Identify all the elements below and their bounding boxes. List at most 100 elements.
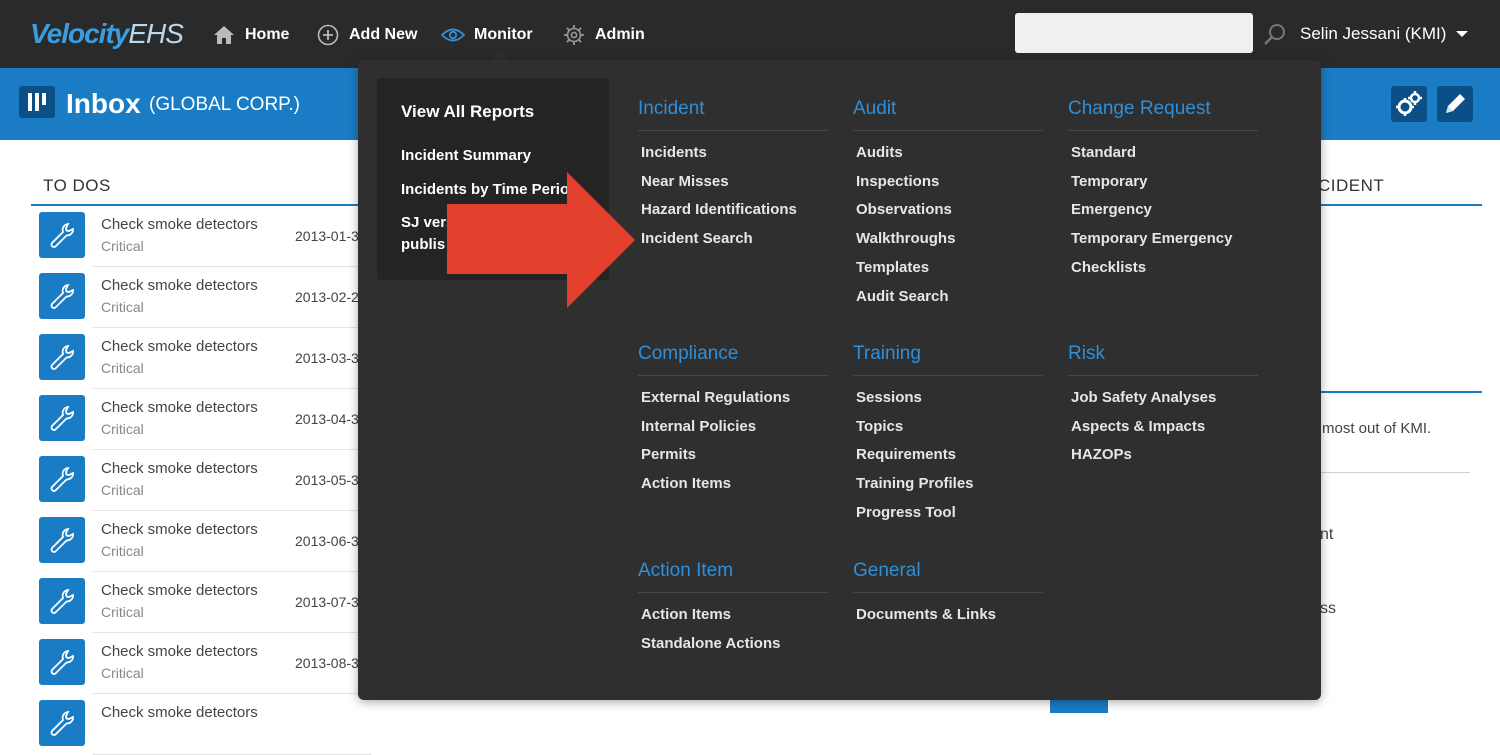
todo-date: 2013-01-3 [295,228,359,244]
todo-title: Check smoke detectors [101,216,258,233]
nav-home[interactable]: Home [212,22,289,48]
todo-row[interactable]: Check smoke detectors Critical 2013-01-3 [31,206,371,267]
todo-date: 2013-03-3 [295,350,359,366]
nav-monitor-label: Monitor [474,26,533,43]
todo-priority: Critical [101,482,144,498]
menu-heading-action-item[interactable]: Action Item [638,560,733,582]
menu-link-training[interactable]: Progress Tool [856,504,956,521]
menu-link-incident[interactable]: Incidents [641,144,707,161]
todo-priority: Critical [101,238,144,254]
menu-link-risk[interactable]: Aspects & Impacts [1071,418,1205,435]
todo-title: Check smoke detectors [101,399,258,416]
todo-row[interactable]: Check smoke detectors Critical 2013-02-2 [31,267,371,328]
right-panel-link-1[interactable]: nt [1320,526,1333,544]
todo-date: 2013-04-3 [295,411,359,427]
todo-row[interactable]: Check smoke detectors Critical 2013-03-3 [31,328,371,389]
wrench-icon [39,456,85,502]
settings-gears-icon [1396,91,1422,116]
menu-heading-audit[interactable]: Audit [853,98,896,120]
add-icon [316,23,340,47]
menu-heading-divider [638,130,828,131]
search-input[interactable] [1015,13,1253,53]
todo-row[interactable]: Check smoke detectors Critical 2013-06-3 [31,511,371,572]
todo-row[interactable]: Check smoke detectors Critical 2013-08-3 [31,633,371,694]
view-all-reports-link[interactable]: View All Reports [401,102,534,122]
menu-link-compliance[interactable]: Permits [641,446,696,463]
menu-link-training[interactable]: Topics [856,418,903,435]
menu-link-training[interactable]: Training Profiles [856,475,974,492]
todo-title: Check smoke detectors [101,643,258,660]
inbox-icon [19,86,55,118]
right-panel-link-2[interactable]: ss [1320,600,1336,618]
settings-button[interactable] [1391,86,1427,122]
velocity-ehs-logo[interactable]: VelocityEHS [30,18,184,50]
menu-link-risk[interactable]: HAZOPs [1071,446,1132,463]
todo-title: Check smoke detectors [101,460,258,477]
red-arrow-pointer [447,172,635,308]
todo-date: 2013-06-3 [295,533,359,549]
menu-heading-risk[interactable]: Risk [1068,343,1105,365]
nav-add-new[interactable]: Add New [316,22,417,48]
report-incident-summary[interactable]: Incident Summary [401,147,531,164]
todo-title: Check smoke detectors [101,521,258,538]
page-title: Inbox [66,88,141,119]
todo-title: Check smoke detectors [101,582,258,599]
menu-heading-divider [1068,375,1258,376]
search-icon[interactable] [1262,22,1288,48]
todo-priority: Critical [101,299,144,315]
right-panel-heading: CIDENT [1318,176,1385,195]
todo-row[interactable]: Check smoke detectors Critical 2013-05-3 [31,450,371,511]
menu-link-change-request[interactable]: Temporary [1071,173,1147,190]
menu-link-training[interactable]: Requirements [856,446,956,463]
menu-link-audit[interactable]: Audit Search [856,288,949,305]
edit-button[interactable] [1437,86,1473,122]
todo-row[interactable]: Check smoke detectors [31,694,371,755]
menu-heading-general[interactable]: General [853,560,921,582]
wrench-icon [39,700,85,746]
menu-link-change-request[interactable]: Standard [1071,144,1136,161]
nav-monitor[interactable]: Monitor [441,22,533,48]
todo-row[interactable]: Check smoke detectors Critical 2013-04-3 [31,389,371,450]
menu-link-incident[interactable]: Hazard Identifications [641,201,797,218]
menu-link-audit[interactable]: Walkthroughs [856,230,955,247]
right-panel-line [1318,472,1470,473]
todo-date: 2013-05-3 [295,472,359,488]
right-panel-text: most out of KMI. [1322,420,1432,437]
menu-link-risk[interactable]: Job Safety Analyses [1071,389,1216,406]
menu-link-incident[interactable]: Incident Search [641,230,753,247]
menu-link-action-item[interactable]: Standalone Actions [641,635,780,652]
report-published[interactable]: publis [401,236,445,253]
menu-heading-compliance[interactable]: Compliance [638,343,738,365]
menu-heading-divider [1068,130,1258,131]
todo-row[interactable]: Check smoke detectors Critical 2013-07-3 [31,572,371,633]
menu-link-audit[interactable]: Inspections [856,173,939,190]
menu-link-change-request[interactable]: Emergency [1071,201,1152,218]
menu-link-general[interactable]: Documents & Links [856,606,996,623]
menu-link-audit[interactable]: Audits [856,144,903,161]
menu-link-change-request[interactable]: Checklists [1071,259,1146,276]
menu-link-training[interactable]: Sessions [856,389,922,406]
menu-link-compliance[interactable]: External Regulations [641,389,790,406]
menu-link-change-request[interactable]: Temporary Emergency [1071,230,1232,247]
wrench-icon [39,517,85,563]
wrench-icon [39,273,85,319]
menu-link-incident[interactable]: Near Misses [641,173,729,190]
menu-link-audit[interactable]: Observations [856,201,952,218]
menu-heading-incident[interactable]: Incident [638,98,705,120]
menu-heading-change-request[interactable]: Change Request [1068,98,1211,120]
wrench-icon [39,578,85,624]
todo-date: 2013-02-2 [295,289,359,305]
todo-title: Check smoke detectors [101,277,258,294]
nav-admin[interactable]: Admin [562,22,645,48]
menu-link-compliance[interactable]: Action Items [641,475,731,492]
menu-link-action-item[interactable]: Action Items [641,606,731,623]
nav-home-label: Home [245,26,290,43]
nav-add-new-label: Add New [349,26,418,43]
menu-link-audit[interactable]: Templates [856,259,929,276]
todo-title: Check smoke detectors [101,338,258,355]
menu-heading-training[interactable]: Training [853,343,921,365]
menu-link-compliance[interactable]: Internal Policies [641,418,756,435]
user-menu[interactable]: Selin Jessani (KMI) [1300,24,1469,44]
eye-icon [441,23,465,47]
menu-heading-divider [853,375,1043,376]
